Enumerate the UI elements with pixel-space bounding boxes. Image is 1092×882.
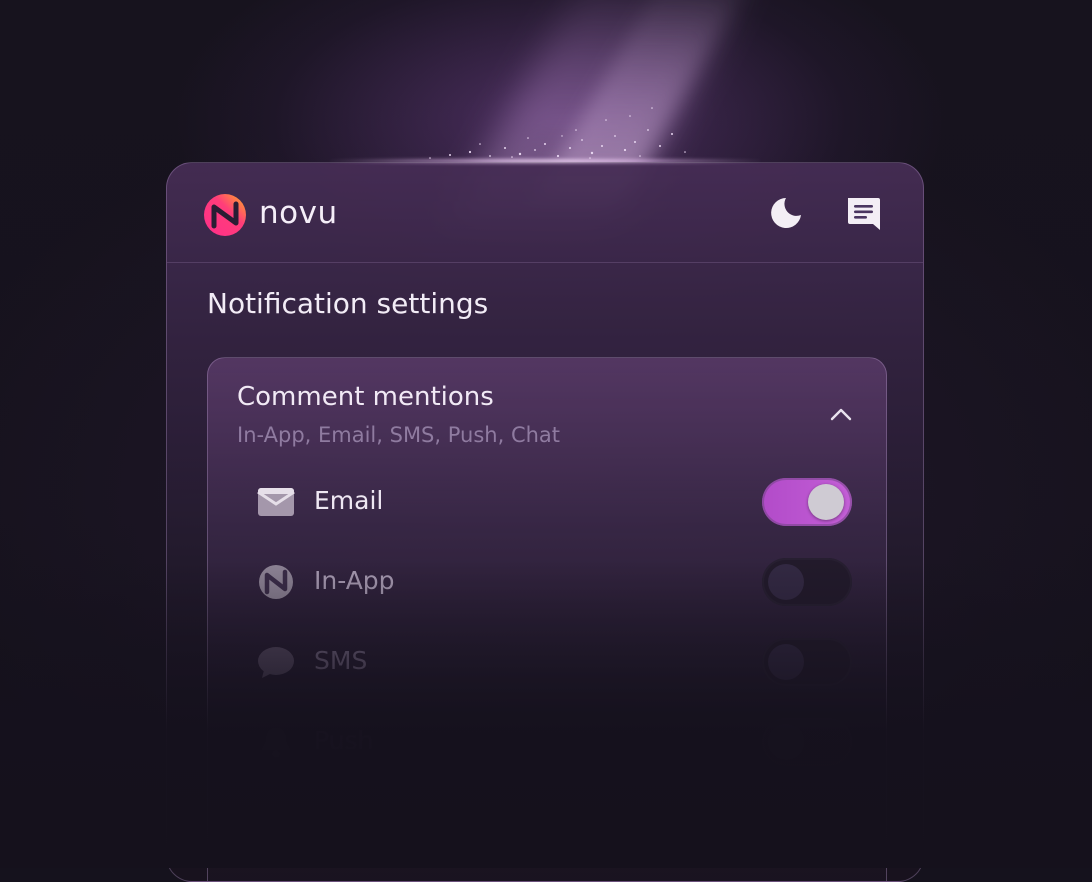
channel-row-sms: SMS [256, 636, 856, 688]
novu-inapp-icon [259, 565, 293, 599]
envelope-icon [257, 488, 295, 516]
toggle-knob [768, 724, 804, 760]
moon-icon [771, 198, 801, 228]
channel-label-sms: SMS [314, 646, 368, 675]
sms-toggle[interactable] [762, 638, 852, 686]
workflow-channels-summary: In-App, Email, SMS, Push, Chat [237, 423, 561, 447]
channel-row-in-app: In-App [256, 556, 856, 608]
panel-header: novu [167, 163, 923, 263]
channel-row-email: Email [256, 476, 856, 528]
panel-top-glow [330, 158, 760, 164]
novu-logo-icon [204, 194, 246, 236]
push-toggle[interactable] [762, 718, 852, 766]
toggle-knob [768, 644, 804, 680]
channel-label-email: Email [314, 486, 384, 515]
toggle-knob [768, 564, 804, 600]
message-icon [848, 198, 880, 230]
brand-name: novu [259, 195, 338, 231]
in-app-toggle[interactable] [762, 558, 852, 606]
inbox-feed-button[interactable] [843, 193, 883, 233]
sparkle-dust [429, 107, 686, 159]
workflow-title[interactable]: Comment mentions [237, 380, 494, 414]
chevron-up-icon[interactable] [828, 404, 854, 424]
page-title: Notification settings [207, 287, 489, 320]
theme-toggle-button[interactable] [765, 193, 805, 233]
channel-label-push: Push [314, 726, 374, 755]
channel-row-push: Push [256, 716, 856, 768]
bell-icon [262, 728, 290, 758]
channel-label-in-app: In-App [314, 566, 395, 595]
email-toggle[interactable] [762, 478, 852, 526]
toggle-knob [808, 484, 844, 520]
chat-bubble-icon [258, 647, 294, 678]
workflow-card: Comment mentions In-App, Email, SMS, Pus… [207, 357, 887, 881]
notification-preferences-panel: novu Notification settings Comment menti… [166, 162, 924, 882]
